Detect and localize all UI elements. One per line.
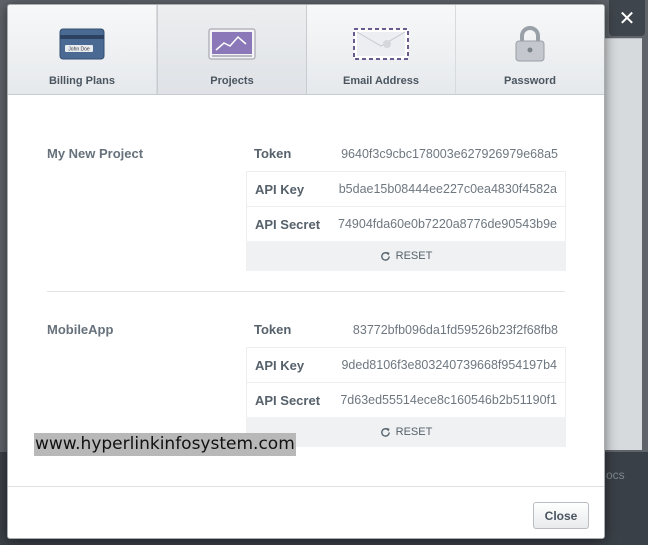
backdrop-docs-text: ocs bbox=[606, 468, 625, 482]
tab-password[interactable]: Password bbox=[456, 5, 604, 94]
token-label: Token bbox=[254, 322, 292, 337]
reset-label: RESET bbox=[395, 250, 433, 262]
token-value: 83772bfb096da1fd59526b23f2f68fb8 bbox=[352, 322, 558, 337]
project-credentials: Token 83772bfb096da1fd59526b23f2f68fb8 A… bbox=[246, 312, 566, 447]
token-row: Token 9640f3c9cbc178003e627926979e68a5 bbox=[246, 136, 566, 171]
modal-footer: Close bbox=[8, 486, 604, 538]
projects-panel: My New Project Token 9640f3c9cbc178003e6… bbox=[8, 96, 604, 486]
backdrop-panel bbox=[604, 38, 642, 450]
token-value: 9640f3c9cbc178003e627926979e68a5 bbox=[341, 146, 558, 161]
tab-label: Password bbox=[504, 75, 556, 87]
project-name: My New Project bbox=[47, 146, 144, 161]
api-key-row: API Key 9ded8106f3e803240739668f954197b4 bbox=[246, 347, 566, 382]
project-divider bbox=[47, 291, 565, 292]
api-key-label: API Key bbox=[255, 357, 305, 373]
token-label: Token bbox=[254, 146, 292, 161]
api-secret-row: API Secret 74904fda60e0b7220a8776de90543… bbox=[246, 206, 566, 241]
api-secret-label: API Secret bbox=[255, 392, 321, 408]
project-name: MobileApp bbox=[47, 322, 114, 337]
tab-billing-plans[interactable]: John Doe Billing Plans bbox=[8, 5, 157, 94]
tab-email-address[interactable]: Email Address bbox=[307, 5, 456, 94]
refresh-icon bbox=[380, 427, 390, 437]
envelope-icon bbox=[351, 25, 411, 63]
watermark-text: www.hyperlinkinfosystem.com bbox=[34, 433, 296, 456]
api-secret-row: API Secret 7d63ed55514ece8c160546b2b5119… bbox=[246, 382, 566, 417]
credit-card-icon: John Doe bbox=[52, 25, 112, 63]
api-secret-value: 7d63ed55514ece8c160546b2b51190f1 bbox=[340, 393, 557, 407]
projects-chart-icon bbox=[202, 25, 262, 63]
account-settings-modal: John Doe Billing Plans Projects Email Ad… bbox=[7, 4, 605, 539]
card-name-text: John Doe bbox=[68, 47, 90, 53]
reset-button[interactable]: RESET bbox=[246, 241, 566, 271]
refresh-icon bbox=[380, 251, 390, 261]
tab-label: Projects bbox=[210, 75, 254, 87]
settings-tabs: John Doe Billing Plans Projects Email Ad… bbox=[8, 5, 604, 95]
close-icon[interactable]: ✕ bbox=[609, 0, 645, 36]
api-key-row: API Key b5dae15b08444ee227c0ea4830f4582a bbox=[246, 171, 566, 206]
api-key-label: API Key bbox=[255, 181, 305, 197]
tab-label: Billing Plans bbox=[48, 75, 115, 87]
tab-projects[interactable]: Projects bbox=[157, 5, 307, 94]
close-button[interactable]: Close bbox=[533, 502, 589, 529]
api-key-value: 9ded8106f3e803240739668f954197b4 bbox=[341, 358, 557, 372]
reset-label: RESET bbox=[395, 426, 433, 438]
padlock-icon bbox=[500, 25, 560, 63]
token-row: Token 83772bfb096da1fd59526b23f2f68fb8 bbox=[246, 312, 566, 347]
api-key-value: b5dae15b08444ee227c0ea4830f4582a bbox=[338, 182, 557, 196]
tab-label: Email Address bbox=[342, 75, 419, 87]
project-credentials: Token 9640f3c9cbc178003e627926979e68a5 A… bbox=[246, 136, 566, 271]
api-secret-label: API Secret bbox=[255, 216, 321, 232]
api-secret-value: 74904fda60e0b7220a8776de90543b9e bbox=[338, 217, 557, 231]
